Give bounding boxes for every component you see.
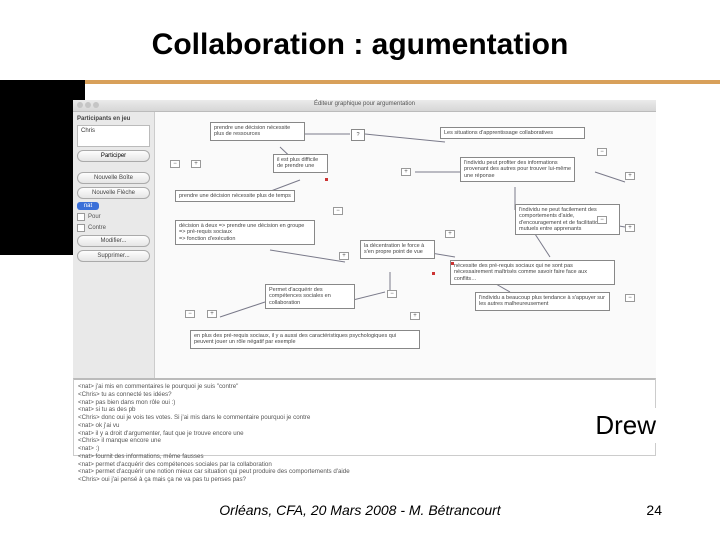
marker-dot: [325, 178, 328, 181]
chat-line: <nat> pas bien dans mon rôle oui :): [78, 399, 651, 407]
chat-line: <nat> si tu as des pb: [78, 406, 651, 414]
graph-node[interactable]: prendre une décision nécessite plus de t…: [175, 190, 295, 202]
chat-line: <nat> ok j'ai vu: [78, 422, 651, 430]
graph-node[interactable]: nécessite des pré-requis sociaux qui ne …: [450, 260, 615, 285]
nouvelle-boite-button[interactable]: Nouvelle Boîte: [77, 172, 150, 184]
graph-node[interactable]: l'individu a beaucoup plus tendance à s'…: [475, 292, 610, 311]
graph-node[interactable]: il est plus difficile de prendre une: [273, 154, 328, 173]
marker-dot: [451, 262, 454, 265]
graph-canvas[interactable]: prendre une décision nécessite plus de r…: [155, 112, 656, 378]
chat-line: <Chris> il manque encore une: [78, 437, 651, 445]
contre-label: Contre: [88, 225, 106, 231]
graph-node[interactable]: en plus des pré-requis sociaux, il y a a…: [190, 330, 420, 349]
plus-icon[interactable]: +: [625, 172, 635, 180]
window-title: Éditeur graphique pour argumentation: [73, 101, 656, 107]
plus-icon[interactable]: +: [625, 224, 635, 232]
marker-dot: [432, 272, 435, 275]
minus-icon[interactable]: −: [625, 294, 635, 302]
plus-icon[interactable]: +: [339, 252, 349, 260]
chat-line: <Chris> donc oui je vois tes votes. Si j…: [78, 414, 651, 422]
checkbox-icon[interactable]: [77, 213, 85, 221]
supprimer-button[interactable]: Supprimer...: [77, 250, 150, 262]
graph-node[interactable]: prendre une décision nécessite plus de r…: [210, 122, 305, 141]
minus-icon[interactable]: −: [387, 290, 397, 298]
plus-icon[interactable]: +: [401, 168, 411, 176]
slide-title: Collaboration : agumentation: [0, 28, 720, 62]
pour-checkbox[interactable]: Pour: [77, 213, 150, 221]
checkbox-icon[interactable]: [77, 224, 85, 232]
graph-node[interactable]: Permet d'acquérir des compétences social…: [265, 284, 355, 309]
graph-node[interactable]: l'individu peut profiter des information…: [460, 157, 575, 182]
accent-line: [85, 80, 720, 84]
plus-icon[interactable]: +: [410, 312, 420, 320]
page-number: 24: [646, 502, 662, 518]
minus-icon[interactable]: −: [185, 310, 195, 318]
chat-line: <nat> permet d'acquérir une notion mieux…: [78, 468, 651, 476]
pour-label: Pour: [88, 214, 101, 220]
graph-node[interactable]: ?: [351, 129, 365, 141]
participant-name: Chris: [81, 128, 146, 134]
graph-node[interactable]: décision à deux => prendre une décision …: [175, 220, 315, 245]
window-titlebar: Éditeur graphique pour argumentation: [73, 100, 656, 112]
chat-line: <nat> il y a droit d'argumenter, faut qu…: [78, 430, 651, 438]
sidebar: Participants en jeu Chris Participer Nou…: [73, 112, 155, 378]
nouvelle-fleche-button[interactable]: Nouvelle Flèche: [77, 187, 150, 199]
chat-line: <nat> j'ai mis en commentaires le pourqu…: [78, 383, 651, 391]
chat-line: <Chris> tu as connecté tes idées?: [78, 391, 651, 399]
chat-line: <nat> :): [78, 445, 651, 453]
minus-icon[interactable]: −: [333, 207, 343, 215]
participants-list: Chris: [77, 125, 150, 147]
graph-node[interactable]: Les situations d'apprentissage collabora…: [440, 127, 585, 139]
participer-button[interactable]: Participer: [77, 150, 150, 162]
chat-log: <nat> j'ai mis en commentaires le pourqu…: [73, 378, 656, 456]
chat-line: <nat> fournit des informations, même fau…: [78, 453, 651, 461]
footer-text: Orléans, CFA, 20 Mars 2008 - M. Bétranco…: [0, 502, 720, 518]
app-window: Éditeur graphique pour argumentation Par…: [73, 100, 656, 378]
chat-line: <Chris> oui j'ai pensé à ça mais ça ne v…: [78, 476, 651, 484]
minus-icon[interactable]: −: [597, 148, 607, 156]
graph-node[interactable]: la décentration le force à s'en propre p…: [360, 240, 435, 259]
nat-badge: nat: [77, 202, 99, 210]
minus-icon[interactable]: −: [597, 216, 607, 224]
modifier-button[interactable]: Modifier...: [77, 235, 150, 247]
plus-icon[interactable]: +: [191, 160, 201, 168]
chat-line: <nat> permet d'acquérir des compétences …: [78, 461, 651, 469]
plus-icon[interactable]: +: [445, 230, 455, 238]
plus-icon[interactable]: +: [207, 310, 217, 318]
contre-checkbox[interactable]: Contre: [77, 224, 150, 232]
participants-label: Participants en jeu: [77, 116, 150, 122]
minus-icon[interactable]: −: [170, 160, 180, 168]
tool-label: Drew: [589, 408, 662, 443]
